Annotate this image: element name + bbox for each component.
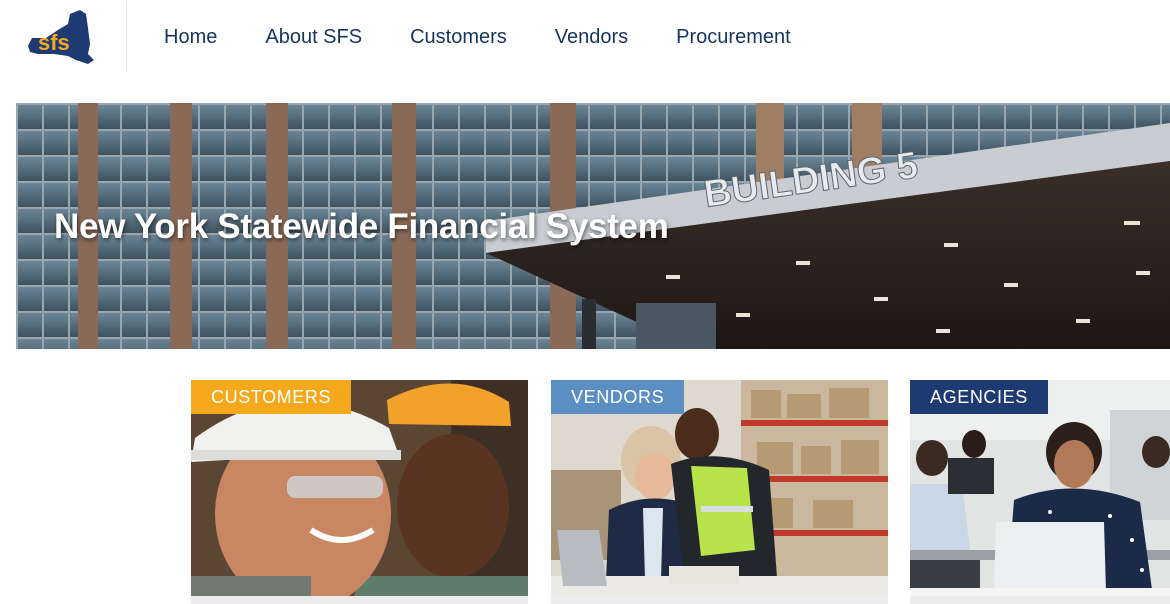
- site-header: sfs Home About SFS Customers Vendors Pro…: [0, 0, 1170, 76]
- customers-tag: CUSTOMERS: [191, 380, 352, 414]
- logo-text: sfs: [38, 30, 70, 55]
- main-nav: Home About SFS Customers Vendors Procure…: [164, 24, 839, 50]
- card-footer-strip: [191, 596, 528, 604]
- card-footer-strip: [551, 596, 888, 604]
- nav-about-sfs[interactable]: About SFS: [265, 24, 362, 50]
- vendors-card[interactable]: VENDORS: [551, 380, 888, 604]
- hero-banner: BUILDING 5 New York Statewide Financial …: [16, 103, 1170, 349]
- ny-state-map-icon: sfs: [28, 10, 94, 64]
- nav-home[interactable]: Home: [164, 24, 217, 50]
- agencies-tag: AGENCIES: [910, 380, 1048, 414]
- hero-title: New York Statewide Financial System: [54, 207, 669, 246]
- nav-customers[interactable]: Customers: [410, 24, 507, 50]
- sfs-logo[interactable]: sfs: [24, 8, 96, 66]
- card-footer-strip: [910, 596, 1170, 604]
- customers-card[interactable]: CUSTOMERS: [191, 380, 528, 604]
- nav-procurement[interactable]: Procurement: [676, 24, 791, 50]
- agencies-card[interactable]: AGENCIES: [910, 380, 1170, 604]
- header-divider: [126, 2, 127, 72]
- nav-vendors[interactable]: Vendors: [555, 24, 628, 50]
- vendors-tag: VENDORS: [551, 380, 685, 414]
